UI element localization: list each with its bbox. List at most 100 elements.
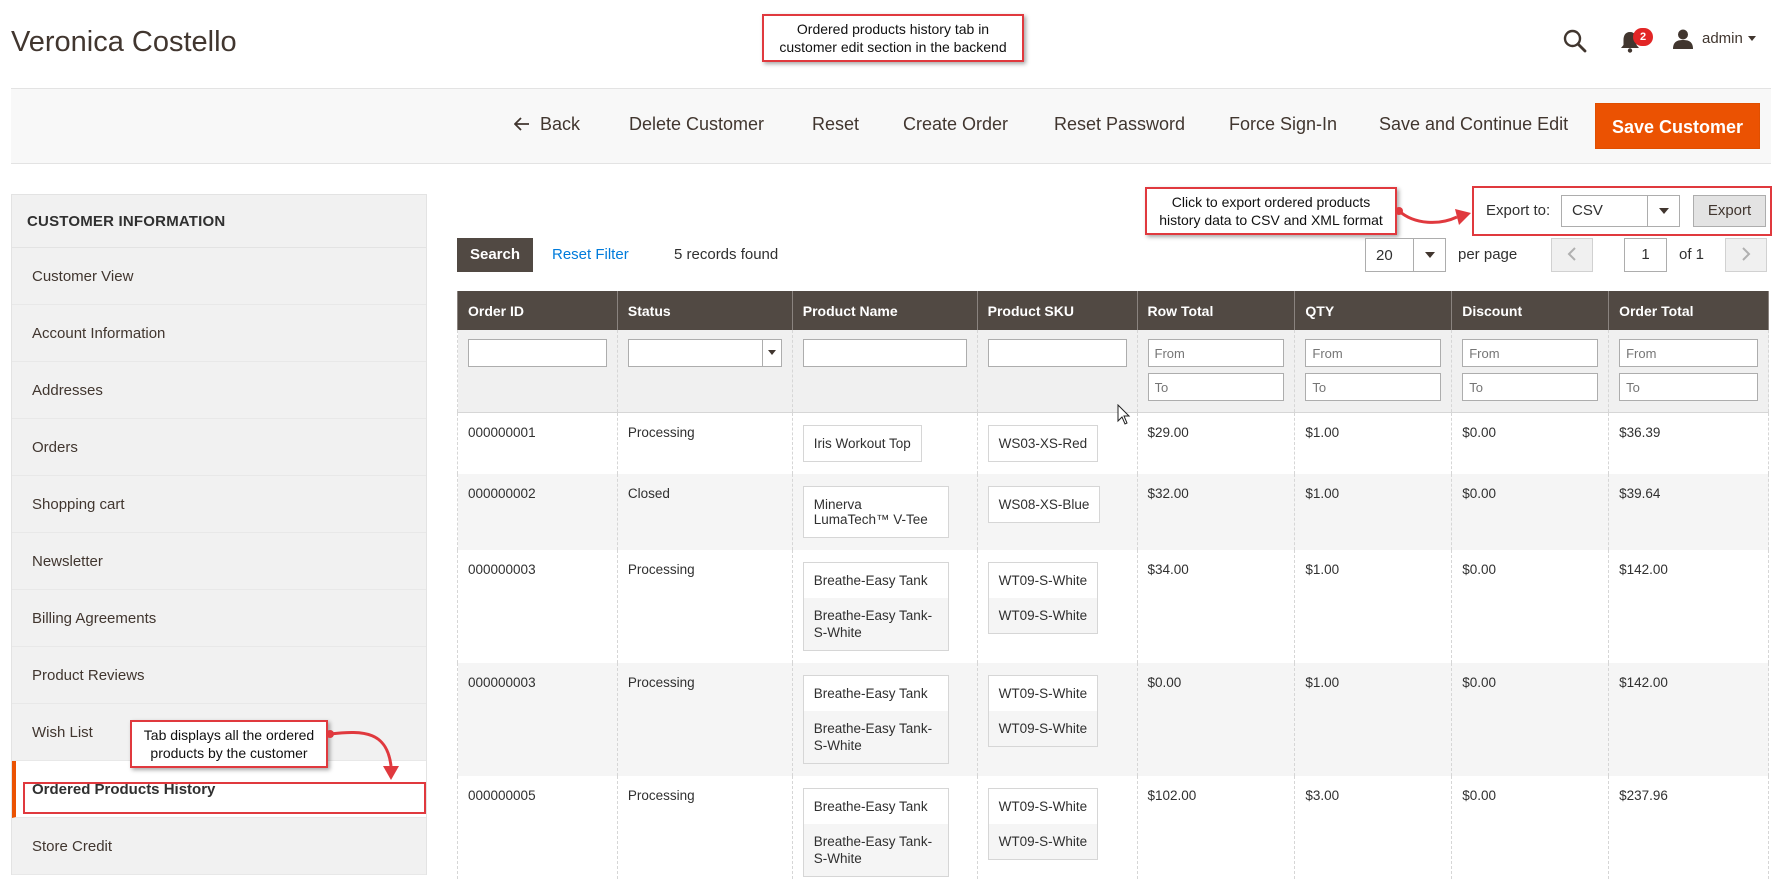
column-qty[interactable]: QTY [1294, 291, 1453, 330]
callout-arrow-sidebar [326, 730, 399, 780]
cell-order-total: $237.96 [1608, 775, 1769, 880]
filter-status-select[interactable] [627, 339, 782, 367]
save-customer-button[interactable]: Save Customer [1595, 103, 1761, 149]
cell-order-id: 000000001 [457, 412, 618, 474]
export-format-select[interactable]: CSV [1561, 195, 1680, 227]
cell-status: Closed [616, 473, 793, 550]
cell-order-id: 000000005 [457, 775, 618, 880]
grid-header-row: Order ID Status Product Name Product SKU… [457, 291, 1769, 330]
cell-qty: $3.00 [1294, 775, 1453, 880]
cell-order-id: 000000002 [457, 473, 618, 550]
table-row[interactable]: 000000005 Processing Breathe-Easy Tank Brea… [457, 775, 1769, 880]
search-icon[interactable] [1562, 28, 1588, 54]
filter-discount-to[interactable] [1462, 373, 1599, 401]
reset-filter-link[interactable]: Reset Filter [552, 246, 629, 263]
per-page-value: 20 [1376, 247, 1393, 264]
sidebar-item-store-credit[interactable]: Store Credit [12, 818, 426, 875]
next-page-button[interactable] [1725, 238, 1767, 272]
sidebar-item-newsletter[interactable]: Newsletter [12, 533, 426, 590]
sidebar-item-orders[interactable]: Orders [12, 419, 426, 476]
back-button[interactable]: Back [513, 114, 581, 135]
cell-row-total: $34.00 [1136, 549, 1296, 663]
reset-button[interactable]: Reset [812, 114, 859, 135]
column-product-sku[interactable]: Product SKU [976, 291, 1138, 330]
cell-status: Processing [616, 662, 793, 776]
user-name[interactable]: admin [1702, 30, 1743, 47]
table-row[interactable]: 000000002 Closed Minerva LumaTech™ V-Tee WS… [457, 473, 1769, 550]
sidebar-item-billing-agreements[interactable]: Billing Agreements [12, 590, 426, 647]
search-button[interactable]: Search [457, 238, 533, 272]
cell-product-sku: WT09-S-White WT09-S-White [976, 662, 1138, 776]
cell-discount: $0.00 [1451, 473, 1610, 550]
product-sku: WT09-S-White [988, 710, 1098, 746]
ordered-products-grid: Order ID Status Product Name Product SKU… [457, 291, 1769, 880]
cell-row-total: $29.00 [1136, 412, 1296, 474]
export-button[interactable]: Export [1693, 195, 1766, 227]
column-status[interactable]: Status [616, 291, 793, 330]
force-signin-button[interactable]: Force Sign-In [1229, 114, 1337, 135]
table-row[interactable]: 000000001 Processing Iris Workout Top WS03-… [457, 412, 1769, 474]
per-page-select[interactable]: 20 [1365, 238, 1446, 272]
product-sku: WT09-S-White [998, 798, 1088, 814]
product-name-box: Iris Workout Top [802, 424, 922, 462]
page-total: of 1 [1679, 246, 1705, 263]
cell-order-total: $142.00 [1608, 662, 1769, 776]
highlight-ordered-products-tab [23, 782, 426, 814]
cell-product-name: Breathe-Easy Tank Breathe-Easy Tank-S-Whi… [791, 775, 978, 880]
product-name: Iris Workout Top [813, 435, 911, 451]
page-number-input[interactable]: 1 [1624, 238, 1667, 272]
delete-customer-button[interactable]: Delete Customer [629, 114, 764, 135]
filter-discount-from[interactable] [1462, 339, 1599, 367]
product-sku-box: WT09-S-White WT09-S-White [987, 787, 1099, 860]
column-order-id[interactable]: Order ID [457, 291, 618, 330]
filter-product-sku[interactable] [987, 339, 1127, 367]
product-name-box: Breathe-Easy Tank Breathe-Easy Tank-S-Whi… [802, 787, 949, 877]
mouse-cursor-icon [1117, 404, 1131, 425]
create-order-button[interactable]: Create Order [903, 114, 1008, 135]
sidebar-item-account-information[interactable]: Account Information [12, 305, 426, 362]
filter-row-total-to[interactable] [1147, 373, 1285, 401]
cell-product-name: Iris Workout Top [791, 412, 978, 474]
filter-qty-from[interactable] [1305, 339, 1442, 367]
chevron-down-icon [761, 339, 782, 367]
filter-row-total-from[interactable] [1147, 339, 1285, 367]
cell-product-name: Breathe-Easy Tank Breathe-Easy Tank-S-Whi… [791, 662, 978, 776]
filter-product-name[interactable] [802, 339, 967, 367]
product-sku: WS03-XS-Red [998, 435, 1088, 451]
cell-row-total: $0.00 [1136, 662, 1296, 776]
reset-password-button[interactable]: Reset Password [1054, 114, 1185, 135]
cell-discount: $0.00 [1451, 775, 1610, 880]
cell-product-name: Breathe-Easy Tank Breathe-Easy Tank-S-Whi… [791, 549, 978, 663]
table-row[interactable]: 000000003 Processing Breathe-Easy Tank Brea… [457, 662, 1769, 776]
sidebar-item-customer-view[interactable]: Customer View [12, 248, 426, 305]
filter-qty-to[interactable] [1305, 373, 1442, 401]
sidebar-item-shopping-cart[interactable]: Shopping cart [12, 476, 426, 533]
save-continue-button[interactable]: Save and Continue Edit [1379, 114, 1568, 135]
filter-order-total-to[interactable] [1619, 373, 1758, 401]
column-row-total[interactable]: Row Total [1136, 291, 1296, 330]
records-count: 5 records found [674, 246, 779, 263]
chevron-down-icon [1647, 196, 1679, 226]
column-discount[interactable]: Discount [1451, 291, 1610, 330]
cell-order-id: 000000003 [457, 662, 618, 776]
user-icon[interactable] [1672, 28, 1694, 50]
cell-product-sku: WS03-XS-Red [976, 412, 1138, 474]
previous-page-button[interactable] [1551, 238, 1593, 272]
chevron-down-icon[interactable] [1748, 36, 1756, 41]
product-name: Minerva LumaTech™ V-Tee [813, 496, 928, 527]
filter-order-total-from[interactable] [1619, 339, 1758, 367]
cell-qty: $1.00 [1294, 549, 1453, 663]
sidebar-item-product-reviews[interactable]: Product Reviews [12, 647, 426, 704]
cell-order-total: $39.64 [1608, 473, 1769, 550]
cell-order-total: $142.00 [1608, 549, 1769, 663]
per-page-label: per page [1458, 246, 1518, 263]
filter-order-id[interactable] [468, 339, 607, 367]
cell-product-sku: WT09-S-White WT09-S-White [976, 549, 1138, 663]
sidebar-item-addresses[interactable]: Addresses [12, 362, 426, 419]
chevron-left-icon [1567, 247, 1576, 261]
column-product-name[interactable]: Product Name [791, 291, 978, 330]
table-row[interactable]: 000000003 Processing Breathe-Easy Tank Brea… [457, 549, 1769, 663]
back-label: Back [540, 114, 581, 134]
column-order-total[interactable]: Order Total [1608, 291, 1769, 330]
cell-discount: $0.00 [1451, 549, 1610, 663]
